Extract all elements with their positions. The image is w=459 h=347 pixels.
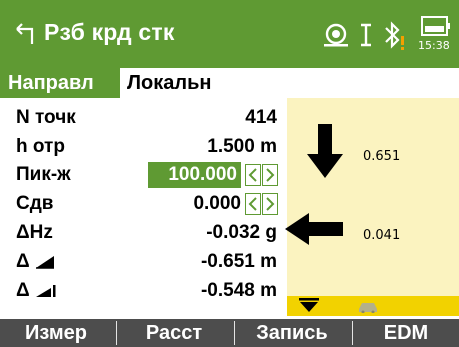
measure-button[interactable]: Измер <box>0 319 112 347</box>
offset-decrement-button[interactable] <box>245 193 261 215</box>
row-picket: Пик-ж 100.000 <box>0 161 287 190</box>
h-refl-label: h отр <box>16 136 65 157</box>
chevron-right-icon <box>266 197 275 211</box>
n-points-label: N точк <box>16 107 76 128</box>
edm-button[interactable]: EDM <box>353 319 459 347</box>
arrow-left-icon <box>285 213 343 245</box>
record-button[interactable]: Запись <box>235 319 349 347</box>
level-down-icon <box>299 298 319 312</box>
dhz-label: ΔHz <box>16 222 53 243</box>
slope-distance-icon <box>35 255 54 269</box>
picket-label: Пик-ж <box>16 164 71 185</box>
delta-height-label-text: Δ <box>16 280 30 301</box>
target-icon <box>324 23 348 47</box>
cursor-icon <box>361 23 371 47</box>
offset-label: Сдв <box>16 193 54 214</box>
back-icon[interactable] <box>14 22 36 46</box>
row-h-refl: h отр 1.500 m <box>0 133 287 162</box>
distance-button[interactable]: Расст <box>117 319 231 347</box>
row-dhz: ΔHz -0.032 g <box>0 219 287 248</box>
row-delta-slope: Δ -0.651 m <box>0 248 287 277</box>
row-offset: Сдв 0.000 <box>0 190 287 219</box>
chevron-right-icon <box>266 168 275 182</box>
stakeout-graphic: 0.651 0.041 <box>285 98 459 296</box>
delta-slope-label: Δ <box>16 249 55 275</box>
offset-increment-button[interactable] <box>262 193 278 215</box>
title-bar: Рзб крд стк 15:38 <box>0 0 459 68</box>
arrow-down-icon <box>307 124 343 178</box>
chevron-left-icon <box>248 197 257 211</box>
left-value: 0.041 <box>363 228 401 243</box>
tab-local[interactable]: Локальн <box>127 68 211 98</box>
chevron-left-icon <box>248 168 257 182</box>
row-n-points: N точк 414 <box>0 104 287 133</box>
tab-bar: Направл Локальн <box>0 68 459 98</box>
page-title: Рзб крд стк <box>44 19 175 45</box>
picket-decrement-button[interactable] <box>245 164 261 186</box>
n-points-value: 414 <box>245 107 277 128</box>
softkey-bar: Измер Расст Запись EDM <box>0 319 459 347</box>
height-difference-icon <box>35 284 56 297</box>
data-panel: N точк 414 h отр 1.500 m Пик-ж 100.000 С… <box>0 98 287 308</box>
clock: 15:38 <box>418 39 450 52</box>
row-delta-height: Δ -0.548 m <box>0 277 287 306</box>
delta-height-value: -0.548 m <box>200 280 277 301</box>
picket-increment-button[interactable] <box>262 164 278 186</box>
picket-input[interactable]: 100.000 <box>148 162 241 188</box>
delta-slope-label-text: Δ <box>16 251 30 272</box>
battery-icon <box>421 16 450 36</box>
bluetooth-warning-icon <box>385 21 404 50</box>
h-refl-value: 1.500 m <box>207 136 277 157</box>
down-value: 0.651 <box>363 149 401 164</box>
vehicle-icon <box>359 303 377 313</box>
dhz-value: -0.032 g <box>206 222 277 243</box>
graphic-status-bar <box>287 296 459 316</box>
tab-direction[interactable]: Направл <box>0 68 120 98</box>
offset-input[interactable]: 0.000 <box>193 191 241 217</box>
delta-height-label: Δ <box>16 278 57 304</box>
delta-slope-value: -0.651 m <box>200 251 277 272</box>
